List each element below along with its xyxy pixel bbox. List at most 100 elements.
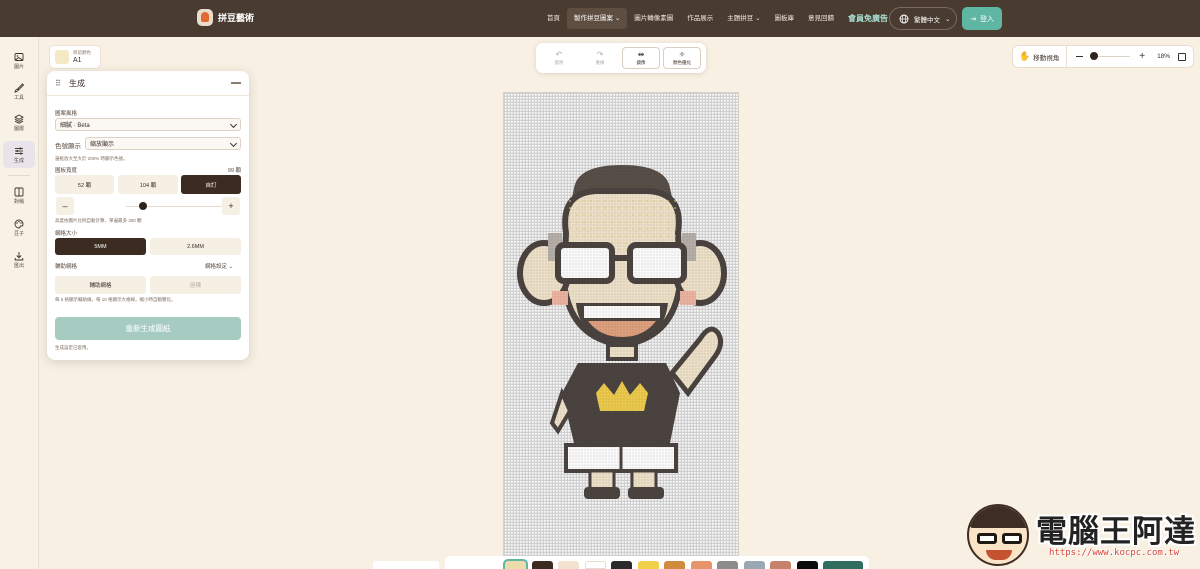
login-button[interactable]: ⇥ 登入	[962, 7, 1002, 30]
language-selector[interactable]: 繁體中文 ⌄	[889, 7, 957, 30]
zoom-control: ✋ 移動視角 + 18%	[1012, 45, 1194, 68]
sidebar-item-label: 對稱	[13, 198, 24, 205]
nav-item-image-to-pixel[interactable]: 圖片轉像素圖	[627, 8, 680, 29]
color-display-label: 色號顯示	[55, 143, 81, 150]
sidebar-item-symmetry[interactable]: 對稱	[3, 182, 35, 209]
watermark-title: 電腦王阿達	[1036, 514, 1196, 550]
current-bead-caption: 目前顏色	[73, 50, 91, 55]
optimize-button[interactable]: ✧ 顏色優化	[663, 47, 701, 69]
aux-grid-settings[interactable]: 網格設定 ⌄	[205, 262, 233, 270]
login-label: 登入	[979, 15, 994, 23]
sidebar-item-label: 生成	[13, 157, 24, 164]
drag-handle-icon[interactable]: ⠿	[55, 79, 61, 88]
image-icon	[14, 52, 24, 61]
palette-swatch[interactable]	[503, 559, 528, 569]
generate-panel: ⠿ 生成 圖案風格 細膩 · Beta 色號顯示 縮放顯示 邊框放大至大於 20…	[47, 71, 249, 360]
redo-button[interactable]: ↷ 重做	[581, 47, 619, 69]
board-width-label: 圖板寬度	[55, 168, 78, 174]
sidebar-item-label: 豆子	[13, 230, 24, 237]
main-nav: 首頁 製作拼豆圖案 ⌄ 圖片轉像素圖 作品展示 主題拼豆 ⌄ 圖板庫 意見回饋 …	[540, 8, 895, 29]
fit-screen-icon[interactable]	[1178, 52, 1187, 61]
aux-grid-toggle[interactable]: 輔助網格	[55, 276, 146, 294]
color-display-select[interactable]: 縮放顯示	[85, 137, 241, 150]
palette-swatch[interactable]	[558, 561, 579, 569]
palette-swatch[interactable]	[637, 561, 659, 569]
nav-item-feedback[interactable]: 意見回饋	[801, 8, 841, 29]
width-slider-knob[interactable]	[139, 202, 147, 210]
sidebar-item-label: 圖層	[13, 125, 24, 132]
color-display-value: 縮放顯示	[90, 142, 115, 148]
palette-swatch[interactable]	[611, 561, 632, 569]
panel-header[interactable]: ⠿ 生成	[47, 71, 249, 96]
style-select[interactable]: 細膩 · Beta	[55, 118, 241, 131]
palette-swatch[interactable]	[531, 561, 553, 569]
aux-grid-settings-label: 網格設定	[205, 264, 228, 270]
style-label: 圖案風格	[55, 111, 78, 117]
status-text: 生成設定已套用。	[55, 345, 91, 350]
sidebar-item-image[interactable]: 圖片	[3, 47, 35, 74]
left-sidebar: 圖片 工具 圖層 生成 對稱 豆子 匯出	[0, 37, 39, 569]
palette-tab[interactable]	[373, 561, 439, 569]
palette-swatch[interactable]	[717, 561, 738, 569]
mirror-button[interactable]: ⇹ 鏡像	[622, 47, 660, 69]
globe-icon	[899, 14, 909, 23]
sidebar-item-generate[interactable]: 生成	[3, 141, 35, 168]
zoom-slider[interactable]	[1090, 52, 1131, 60]
grid-size-2-6mm[interactable]: 2.6MM	[150, 238, 241, 255]
redo-label: 重做	[595, 60, 605, 65]
palette-swatch[interactable]	[770, 561, 791, 569]
nav-item-themes[interactable]: 主題拼豆 ⌄	[720, 8, 767, 29]
coordinate-toggle[interactable]: 座標	[150, 276, 241, 294]
brand[interactable]: 拼豆藝術	[197, 9, 254, 26]
palette-swatch[interactable]	[584, 561, 606, 569]
grid-size-5mm[interactable]: 5MM	[55, 238, 146, 255]
width-option-104[interactable]: 104 顆	[118, 175, 178, 194]
sidebar-item-export[interactable]: 匯出	[3, 246, 35, 273]
chevron-down-icon: ⌄	[614, 15, 621, 22]
nav-item-premium[interactable]: 會員免廣告	[841, 8, 895, 29]
nav-item-gallery[interactable]: 作品展示	[680, 8, 720, 29]
redo-icon: ↷	[596, 50, 604, 59]
collapse-icon[interactable]	[231, 82, 241, 84]
pan-view-label: 移動視角	[1033, 54, 1060, 62]
nav-item-home[interactable]: 首頁	[540, 8, 567, 29]
bead-canvas[interactable]	[503, 92, 739, 559]
hand-icon: ✋	[1019, 51, 1031, 61]
top-navigation-bar: 拼豆藝術 首頁 製作拼豆圖案 ⌄ 圖片轉像素圖 作品展示 主題拼豆 ⌄ 圖板庫 …	[0, 0, 1200, 37]
palette-swatch[interactable]	[823, 561, 863, 569]
nav-item-label: 主題拼豆	[727, 15, 754, 22]
regenerate-button[interactable]: 重新生成圖紙	[55, 317, 241, 340]
sidebar-item-label: 匯出	[13, 262, 24, 269]
zoom-in-button[interactable]: +	[1139, 51, 1145, 62]
current-bead-swatch	[55, 50, 69, 64]
sidebar-item-layers[interactable]: 圖層	[3, 109, 35, 136]
width-option-custom[interactable]: 自訂	[181, 175, 241, 194]
nav-item-make-pattern[interactable]: 製作拼豆圖案 ⌄	[567, 8, 628, 29]
current-bead-chip[interactable]: 目前顏色 A1	[49, 45, 101, 69]
pan-view-button[interactable]: ✋ 移動視角	[1013, 45, 1068, 68]
undo-button[interactable]: ↶ 復原	[540, 47, 578, 69]
zoom-out-button[interactable]	[1076, 56, 1084, 57]
zoom-slider-knob[interactable]	[1090, 52, 1099, 60]
width-increase-button[interactable]: +	[222, 197, 240, 215]
watermark-url: https://www.kocpc.com.tw	[1049, 548, 1180, 558]
sidebar-item-beads[interactable]: 豆子	[3, 214, 35, 241]
grid-size-label: 網格大小	[55, 231, 78, 237]
width-decrease-button[interactable]: –	[56, 197, 74, 215]
palette-swatch[interactable]	[690, 561, 712, 569]
download-icon	[14, 251, 24, 260]
mirror-label: 鏡像	[636, 60, 646, 65]
sidebar-item-tools[interactable]: 工具	[3, 78, 35, 105]
brush-icon	[14, 82, 24, 93]
sidebar-item-label: 工具	[13, 94, 24, 101]
aux-grid-label: 輔助網格	[55, 264, 78, 270]
width-option-52[interactable]: 52 顆	[55, 175, 114, 194]
chevron-down-icon: ⌄	[945, 15, 951, 23]
nav-item-board-library[interactable]: 圖板庫	[768, 8, 802, 29]
optimize-label: 顏色優化	[673, 60, 691, 65]
palette-swatch[interactable]	[664, 561, 685, 569]
style-select-value: 細膩 · Beta	[60, 123, 90, 129]
palette-swatch[interactable]	[743, 561, 765, 569]
pixel-art-character	[504, 93, 738, 558]
palette-swatch[interactable]	[796, 561, 818, 569]
